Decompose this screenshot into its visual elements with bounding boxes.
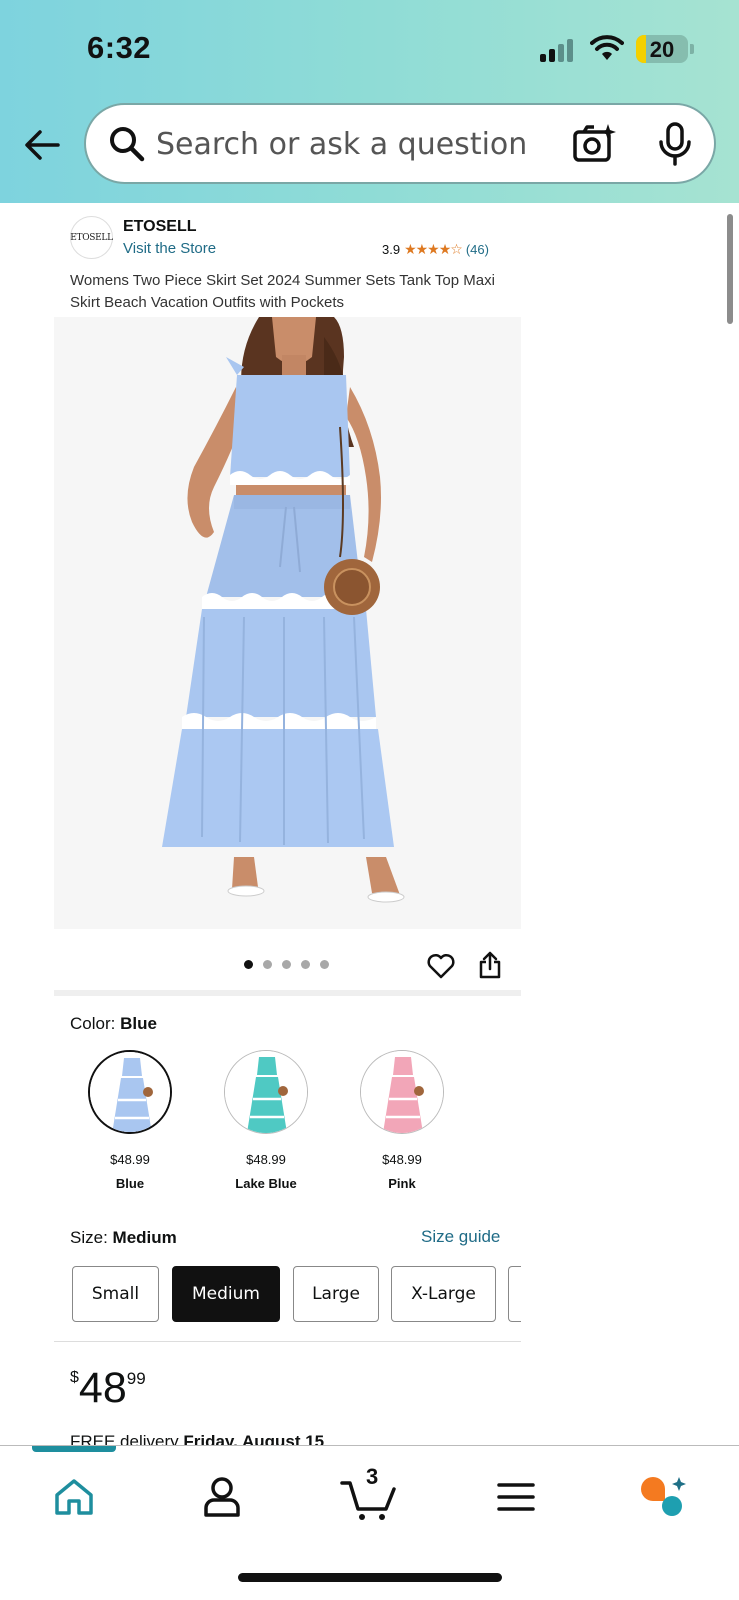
color-swatch-image	[88, 1050, 172, 1134]
section-divider	[54, 990, 521, 996]
section-divider	[54, 1341, 521, 1342]
nav-account[interactable]	[192, 1470, 252, 1524]
battery-level: 20	[649, 37, 675, 62]
swatch-illustration	[90, 1052, 170, 1132]
active-tab-indicator	[32, 1446, 116, 1452]
rufus-icon	[641, 1477, 686, 1516]
color-label: Color: Blue	[70, 1014, 157, 1034]
share-icon[interactable]	[479, 951, 501, 979]
nav-home[interactable]	[44, 1470, 104, 1524]
swatch-illustration	[225, 1051, 307, 1133]
size-guide-link[interactable]: Size guide	[421, 1227, 500, 1247]
size-label: Size: Medium	[70, 1228, 177, 1248]
brand-name: ETOSELL	[123, 218, 197, 235]
battery-tip	[690, 44, 694, 54]
bottom-nav: 3	[0, 1445, 739, 1600]
product-image[interactable]	[54, 317, 521, 929]
visit-store-link[interactable]: Visit the Store	[123, 240, 216, 257]
swatch-illustration	[361, 1051, 443, 1133]
wifi-icon	[590, 35, 624, 60]
back-arrow-icon[interactable]	[22, 125, 62, 165]
color-option-lake-blue[interactable]: $48.99 Lake Blue	[221, 1050, 311, 1191]
status-time: 6:32	[87, 30, 152, 65]
size-option-medium[interactable]: Medium	[172, 1266, 280, 1322]
product-photo-illustration	[54, 317, 521, 929]
battery-icon: 20	[636, 35, 688, 63]
product-title: Womens Two Piece Skirt Set 2024 Summer S…	[70, 272, 495, 311]
camera-lens-icon[interactable]	[572, 123, 616, 165]
nav-menu[interactable]	[486, 1470, 546, 1524]
account-icon	[204, 1477, 240, 1517]
price-whole: 48	[78, 1364, 127, 1412]
color-option-name: Blue	[115, 1176, 145, 1191]
color-option-name: Lake Blue	[235, 1176, 297, 1191]
size-option-more[interactable]	[508, 1266, 521, 1322]
color-option-price: $48.99	[110, 1152, 150, 1167]
home-icon	[55, 1479, 93, 1515]
image-carousel-dots[interactable]	[244, 960, 329, 969]
heart-icon[interactable]	[427, 953, 455, 979]
price: $ 48 99	[70, 1365, 146, 1411]
search-input[interactable]	[156, 121, 556, 167]
review-count-link[interactable]: (46)	[466, 242, 489, 257]
selected-size-name: Medium	[112, 1228, 177, 1247]
color-swatch-image	[224, 1050, 308, 1134]
scroll-indicator[interactable]	[727, 214, 733, 324]
carousel-dot[interactable]	[320, 960, 329, 969]
star-rating-icon: ★★★★☆	[404, 241, 463, 257]
carousel-dot[interactable]	[263, 960, 272, 969]
color-option-blue[interactable]: $48.99 Blue	[85, 1050, 175, 1191]
color-swatch-image	[360, 1050, 444, 1134]
size-option-large[interactable]: Large	[293, 1266, 379, 1322]
size-option-x-large[interactable]: X-Large	[391, 1266, 496, 1322]
brand-logo[interactable]: ETOSELL	[70, 216, 113, 259]
price-currency: $	[70, 1369, 79, 1386]
color-option-name: Pink	[388, 1176, 416, 1191]
color-option-pink[interactable]: $48.99 Pink	[357, 1050, 447, 1191]
home-gesture-bar[interactable]	[238, 1573, 502, 1582]
color-option-price: $48.99	[246, 1152, 286, 1167]
top-header: 6:32 20	[0, 0, 739, 203]
rating-value: 3.9	[382, 242, 401, 257]
color-label-prefix: Color:	[70, 1014, 116, 1033]
price-fraction: 99	[126, 1369, 146, 1388]
size-label-prefix: Size:	[70, 1228, 108, 1247]
microphone-icon[interactable]	[658, 122, 692, 166]
selected-color-name: Blue	[120, 1014, 157, 1033]
search-bar[interactable]	[84, 103, 716, 184]
cart-count: 3	[366, 1464, 379, 1489]
color-option-price: $48.99	[382, 1152, 422, 1167]
cellular-signal-icon	[540, 38, 578, 62]
search-icon	[110, 127, 145, 162]
carousel-dot[interactable]	[301, 960, 310, 969]
nav-cart[interactable]: 3	[338, 1464, 398, 1524]
menu-icon	[497, 1483, 535, 1511]
size-option-small[interactable]: Small	[72, 1266, 159, 1322]
nav-rufus[interactable]	[634, 1470, 694, 1524]
carousel-dot[interactable]	[244, 960, 253, 969]
rating-summary[interactable]: 3.9 ★★★★☆ (46)	[382, 241, 489, 258]
carousel-dot[interactable]	[282, 960, 291, 969]
